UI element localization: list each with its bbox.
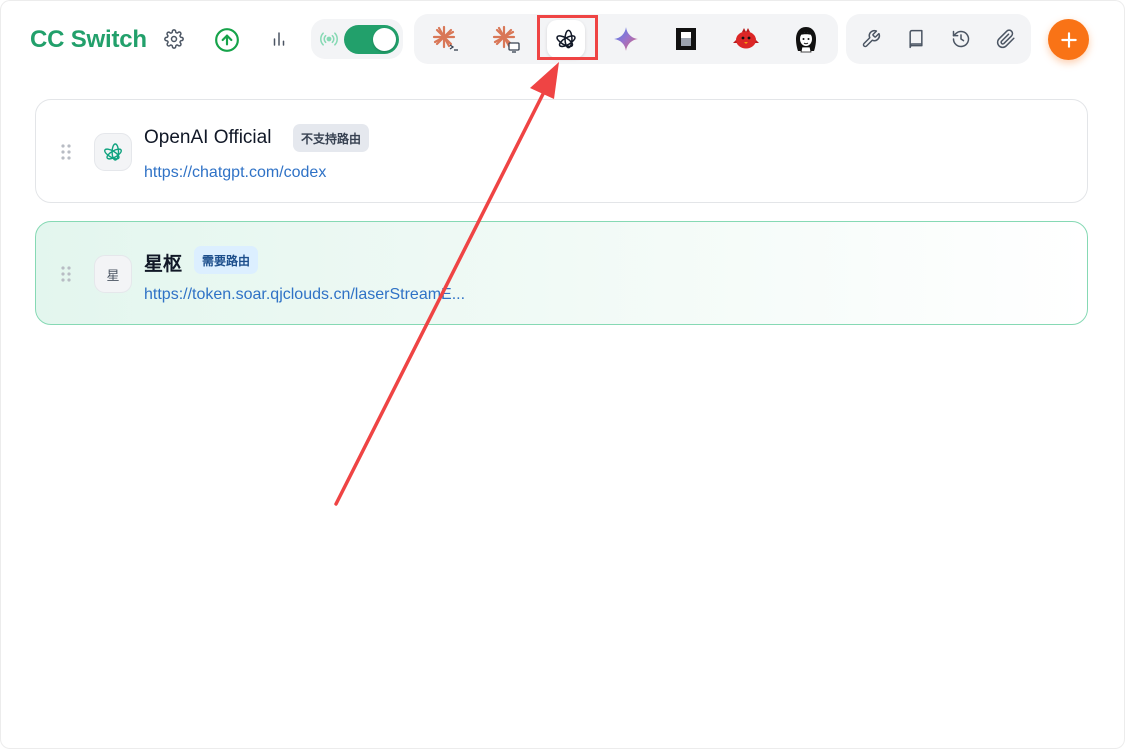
docs-button[interactable] bbox=[903, 26, 929, 52]
openai-icon bbox=[556, 29, 576, 49]
tools-toolbar bbox=[846, 14, 1031, 64]
history-button[interactable] bbox=[948, 26, 974, 52]
routing-badge: 不支持路由 bbox=[293, 124, 370, 152]
provider-avatar: 星 bbox=[94, 255, 132, 293]
drag-handle-icon[interactable] bbox=[61, 266, 71, 282]
app-gemini[interactable] bbox=[607, 20, 645, 58]
provider-url-link[interactable]: https://chatgpt.com/codex bbox=[144, 164, 326, 182]
broadcast-icon bbox=[320, 32, 338, 46]
claude-terminal-icon bbox=[432, 25, 458, 51]
settings-button[interactable] bbox=[160, 25, 188, 53]
app-avatar[interactable] bbox=[787, 20, 825, 58]
opencode-icon bbox=[676, 28, 696, 50]
usage-stats-button[interactable] bbox=[266, 26, 292, 52]
app-red-bird[interactable] bbox=[727, 20, 765, 58]
openai-icon bbox=[104, 143, 122, 161]
bar-chart-icon bbox=[273, 32, 285, 46]
red-bird-icon bbox=[733, 28, 759, 49]
book-icon bbox=[909, 29, 923, 49]
provider-name: 星枢 bbox=[144, 254, 183, 275]
proxy-toggle[interactable] bbox=[344, 25, 399, 54]
claude-desktop-icon bbox=[492, 25, 520, 53]
girl-avatar-icon bbox=[796, 27, 816, 53]
provider-card-openai-official[interactable]: OpenAI Official 不支持路由 https://chatgpt.co… bbox=[35, 99, 1088, 203]
history-icon bbox=[952, 30, 970, 48]
toggle-knob bbox=[373, 28, 396, 51]
app-title: CC Switch bbox=[30, 26, 147, 53]
provider-avatar bbox=[94, 133, 132, 171]
arrow-up-circle-icon bbox=[215, 28, 239, 52]
app-window: CC Switch OpenAI Official 不支持路由 https://… bbox=[0, 0, 1125, 749]
gemini-sparkle-icon bbox=[614, 27, 638, 51]
wrench-icon bbox=[862, 29, 881, 48]
app-claude-code[interactable] bbox=[427, 20, 465, 58]
paperclip-icon bbox=[996, 29, 1015, 49]
app-switcher bbox=[414, 14, 838, 64]
routing-badge: 需要路由 bbox=[194, 246, 259, 274]
app-codex[interactable] bbox=[547, 20, 585, 58]
provider-card-xingshu[interactable]: 星 星枢 需要路由 https://token.soar.qjclouds.cn… bbox=[35, 221, 1088, 325]
add-provider-button[interactable] bbox=[1048, 19, 1089, 60]
drag-handle-icon[interactable] bbox=[61, 144, 71, 160]
provider-url-link[interactable]: https://token.soar.qjclouds.cn/laserStre… bbox=[144, 286, 465, 304]
update-button[interactable] bbox=[212, 25, 242, 55]
attachments-button[interactable] bbox=[993, 26, 1019, 52]
plus-icon bbox=[1060, 31, 1077, 48]
provider-name: OpenAI Official bbox=[144, 127, 272, 148]
proxy-control bbox=[311, 19, 403, 59]
tools-button[interactable] bbox=[858, 26, 884, 52]
app-opencode[interactable] bbox=[667, 20, 705, 58]
app-claude-desktop[interactable] bbox=[487, 20, 525, 58]
gear-icon bbox=[164, 29, 184, 49]
